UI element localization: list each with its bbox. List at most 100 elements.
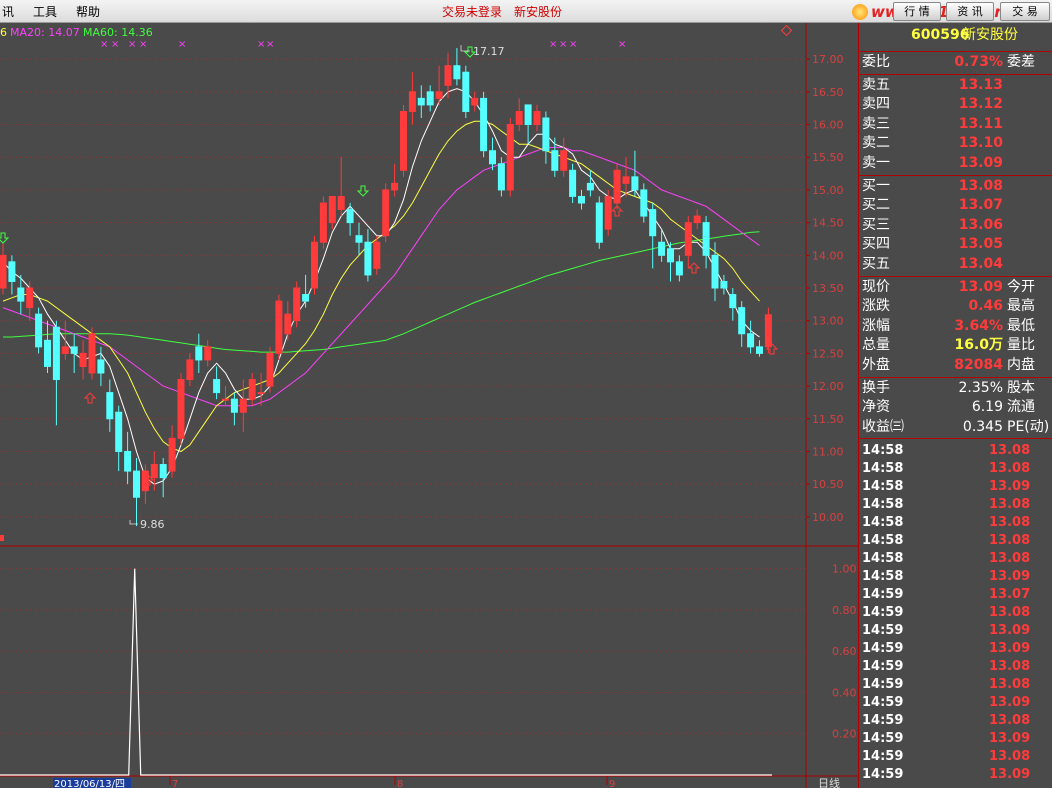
row-value: 13.08 (958, 177, 1003, 194)
tick-row: 14:59 13.08 (859, 748, 1052, 766)
ma60-line (3, 231, 760, 353)
ask-row: 卖二 13.10 (859, 134, 1052, 153)
candle-body (213, 379, 221, 394)
ma20-readout: MA20: 14.07 (10, 26, 80, 39)
ask-row: 卖四 13.12 (859, 95, 1052, 114)
candle-body (337, 195, 345, 211)
stat-row: 总量 16.0万 量比 (859, 336, 1052, 355)
candle (230, 392, 238, 426)
signal-x-mark: × (128, 39, 136, 50)
tick-time: 14:59 (862, 659, 904, 675)
candle (239, 379, 247, 432)
candle (302, 274, 310, 308)
candle (328, 195, 336, 230)
menu-info[interactable]: 讯 (2, 3, 14, 20)
stat-row: 现价 13.09 今开 (859, 278, 1052, 297)
candle (275, 294, 283, 360)
candle-body (622, 176, 630, 184)
row-label: 卖五 (862, 76, 890, 93)
candle-body (640, 189, 648, 217)
candle-body (489, 150, 496, 165)
candle-body (168, 437, 176, 472)
candle-body (275, 300, 283, 354)
tick-time: 14:59 (862, 749, 904, 765)
candle-body (159, 464, 167, 479)
candle-body (604, 195, 612, 230)
menu-tools[interactable]: 工具 (33, 3, 57, 20)
tick-row: 14:59 13.08 (859, 676, 1052, 694)
signal-x-mark: × (618, 39, 626, 50)
candle-body (400, 110, 407, 171)
low-annotation: 9.86 (140, 518, 165, 531)
row-label: 卖一 (862, 155, 890, 171)
tick-row: 14:59 13.09 (859, 730, 1052, 748)
menu-help[interactable]: 帮助 (76, 3, 100, 20)
candle (319, 196, 327, 249)
window-stock-name: 新安股份 (514, 5, 563, 19)
candle-body (8, 261, 16, 282)
weibi-row: 委比 0.73% 委差 (859, 53, 1052, 72)
candle-body (70, 346, 78, 354)
candle (373, 235, 381, 275)
candle-body (106, 392, 114, 420)
row-label-2: 最低 (1007, 317, 1035, 334)
row-label-2: 量比 (1007, 337, 1035, 354)
tick-row: 14:58 13.08 (859, 532, 1052, 550)
candle-body (667, 248, 674, 263)
candle-body (150, 464, 158, 479)
price-tick-label: 12.00 (812, 380, 844, 393)
high-annotation: 17.17 (473, 45, 505, 58)
kline-chart[interactable]: × × × × × × × × × × × 17.0016.5016.0015.5015.0014.… (0, 23, 858, 788)
candle (604, 189, 612, 236)
row-value: 13.10 (958, 135, 1003, 152)
candle-body (186, 359, 194, 381)
lower-tick-label: 0.40 (832, 686, 857, 699)
row-label: 涨幅 (862, 317, 890, 334)
candle (35, 307, 43, 354)
candle-body (141, 470, 149, 492)
candle (613, 163, 621, 210)
signal-x-mark: × (100, 39, 108, 50)
tick-price: 13.09 (989, 695, 1031, 711)
tick-row: 14:58 13.08 (859, 442, 1052, 460)
price-tick-label: 12.50 (812, 347, 844, 360)
bid-row: 买三 13.06 (859, 216, 1052, 235)
arrow-shape (0, 232, 10, 244)
price-tick-label: 14.50 (812, 217, 844, 230)
price-tick-label: 14.00 (812, 249, 844, 262)
row-value: 13.11 (958, 115, 1003, 132)
tick-price: 13.08 (989, 533, 1031, 549)
tick-time: 14:58 (862, 515, 904, 531)
row-value: 13.06 (958, 216, 1003, 233)
row-value: 2.35% (958, 379, 1003, 396)
panel-separator (859, 51, 1052, 52)
row-label-2: 内盘 (1007, 357, 1035, 373)
row-label: 卖三 (862, 115, 890, 132)
lower-tick-label: 0.80 (832, 604, 857, 617)
row-label: 净资 (862, 399, 890, 416)
candle-body (355, 235, 363, 243)
candle-body (44, 339, 51, 367)
candle (97, 346, 105, 387)
tick-row: 14:59 13.09 (859, 766, 1052, 784)
candle-body (52, 326, 60, 381)
news-button[interactable]: 资 讯 (946, 2, 994, 21)
ask-row: 卖一 13.09 (859, 154, 1052, 173)
candle (52, 320, 60, 426)
candle-body (124, 450, 132, 472)
candle-body (764, 314, 772, 348)
candle (266, 346, 274, 393)
fundamental-row: 换手 2.35% 股本 (859, 379, 1052, 398)
candle (115, 405, 123, 472)
candle (720, 274, 728, 295)
tick-time: 14:59 (862, 641, 904, 657)
stat-row: 涨跌 0.46 最高 (859, 297, 1052, 316)
tick-row: 14:59 13.09 (859, 694, 1052, 712)
tick-price: 13.09 (989, 731, 1031, 747)
candle (293, 281, 301, 328)
trade-button[interactable]: 交 易 (1000, 2, 1050, 21)
candle-body (417, 97, 425, 106)
candle-body (97, 359, 105, 374)
candle (471, 91, 479, 112)
market-button[interactable]: 行 情 (893, 2, 941, 21)
